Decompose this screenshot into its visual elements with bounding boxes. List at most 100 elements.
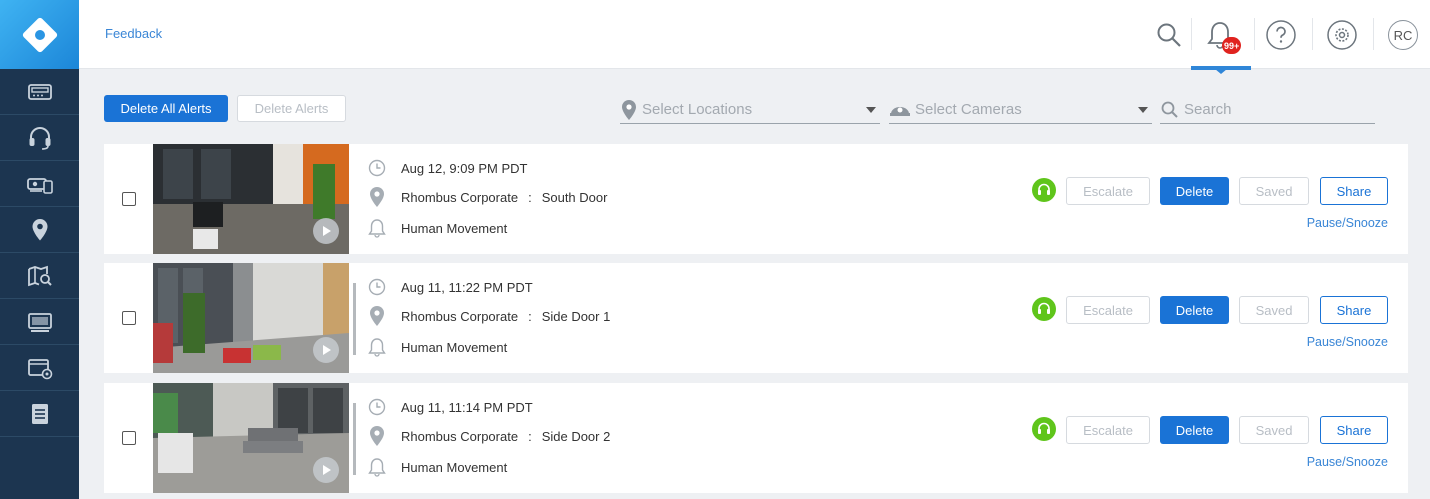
feedback-link[interactable]: Feedback [105, 26, 162, 41]
alert-timestamp: Aug 11, 11:22 PM PDT [401, 279, 533, 295]
pause-snooze-link[interactable]: Pause/Snooze [1307, 216, 1388, 230]
alert-event-type: Human Movement [401, 459, 508, 475]
top-header: Feedback 99+ RC [79, 0, 1430, 69]
play-icon[interactable] [313, 218, 339, 244]
locations-select[interactable]: Select Locations [620, 96, 880, 124]
header-divider [1373, 18, 1374, 50]
locations-select-label: Select Locations [642, 101, 753, 118]
support-headset-icon[interactable] [1032, 297, 1056, 321]
delete-button[interactable]: Delete [1160, 416, 1229, 444]
escalate-button[interactable]: Escalate [1066, 177, 1150, 205]
location-separator: : [528, 189, 532, 205]
help-icon [1266, 20, 1296, 50]
location-pin-icon [367, 426, 387, 446]
alert-time-row: Aug 12, 9:09 PM PDT [367, 158, 527, 178]
alert-thumbnail[interactable] [153, 383, 349, 493]
video-recorder-icon [27, 83, 52, 100]
alert-location-row: Rhombus Corporate : Side Door 1 [367, 306, 610, 326]
video-settings-icon [27, 358, 52, 379]
sidebar-item-support[interactable] [0, 115, 79, 161]
alert-location-row: Rhombus Corporate : Side Door 2 [367, 426, 610, 446]
pause-snooze-link[interactable]: Pause/Snooze [1307, 335, 1388, 349]
active-tab-caret [1215, 69, 1227, 74]
thumbnail-scroll-bar [353, 403, 356, 475]
escalate-button[interactable]: Escalate [1066, 416, 1150, 444]
header-divider [1191, 18, 1192, 50]
sidebar-item-monitors[interactable] [0, 299, 79, 345]
delete-alerts-button[interactable]: Delete Alerts [237, 95, 346, 122]
delete-all-alerts-button[interactable]: Delete All Alerts [104, 95, 228, 122]
search-icon [1157, 23, 1181, 47]
alert-checkbox[interactable] [122, 431, 136, 445]
share-button[interactable]: Share [1320, 296, 1388, 324]
alert-checkbox[interactable] [122, 192, 136, 206]
delete-button[interactable]: Delete [1160, 296, 1229, 324]
header-divider [1254, 18, 1255, 50]
rhombus-logo[interactable] [0, 0, 79, 69]
alert-location-row: Rhombus Corporate : South Door [367, 187, 607, 207]
rhombus-logo-icon [22, 17, 57, 52]
gear-icon [1327, 20, 1357, 50]
bell-icon [367, 218, 387, 238]
share-button[interactable]: Share [1320, 177, 1388, 205]
cameras-select-label: Select Cameras [915, 101, 1022, 118]
saved-button[interactable]: Saved [1239, 177, 1309, 205]
support-headset-icon[interactable] [1032, 178, 1056, 202]
alert-timestamp: Aug 11, 11:14 PM PDT [401, 399, 533, 415]
chevron-down-icon [1138, 106, 1148, 113]
alert-time-row: Aug 11, 11:22 PM PDT [367, 277, 533, 297]
location-pin-icon [367, 187, 387, 207]
settings-button[interactable] [1322, 15, 1362, 55]
escalate-button[interactable]: Escalate [1066, 296, 1150, 324]
clock-icon [367, 158, 387, 178]
sidebar-item-map-search[interactable] [0, 253, 79, 299]
alert-location: Rhombus Corporate [401, 308, 519, 324]
delete-button[interactable]: Delete [1160, 177, 1229, 205]
alert-location: Rhombus Corporate [401, 428, 519, 444]
notifications-button[interactable]: 99+ [1200, 15, 1242, 55]
location-separator: : [528, 428, 532, 444]
user-menu-button[interactable]: RC [1383, 15, 1423, 55]
sidebar-item-video-settings[interactable] [0, 345, 79, 391]
sidebar-item-recorders[interactable] [0, 69, 79, 115]
help-button[interactable] [1261, 15, 1301, 55]
alert-thumbnail[interactable] [153, 144, 349, 254]
alert-time-row: Aug 11, 11:14 PM PDT [367, 397, 533, 417]
alert-camera-name: South Door [541, 189, 608, 205]
cameras-select[interactable]: Select Cameras [889, 96, 1152, 124]
pause-snooze-link[interactable]: Pause/Snooze [1307, 455, 1388, 469]
bell-icon [367, 457, 387, 477]
alert-card: Aug 11, 11:22 PM PDT Rhombus Corporate :… [104, 263, 1408, 373]
play-icon[interactable] [313, 457, 339, 483]
search-icon [1161, 101, 1178, 118]
alert-event-row: Human Movement [367, 337, 507, 357]
bell-icon [367, 337, 387, 357]
sidebar-item-reports[interactable] [0, 391, 79, 437]
avatar: RC [1388, 20, 1418, 50]
sidebar-item-devices[interactable] [0, 161, 79, 207]
support-headset-icon[interactable] [1032, 417, 1056, 441]
saved-button[interactable]: Saved [1239, 296, 1309, 324]
share-button[interactable]: Share [1320, 416, 1388, 444]
alert-card: Aug 12, 9:09 PM PDT Rhombus Corporate : … [104, 144, 1408, 254]
play-icon[interactable] [313, 337, 339, 363]
alert-checkbox[interactable] [122, 311, 136, 325]
location-pin-icon [32, 218, 47, 240]
search-input[interactable]: Search [1160, 96, 1375, 124]
sidebar [0, 0, 79, 499]
alert-card: Aug 11, 11:14 PM PDT Rhombus Corporate :… [104, 383, 1408, 493]
clock-icon [367, 277, 387, 297]
alert-event-type: Human Movement [401, 220, 508, 236]
camera-icon [890, 106, 910, 116]
alert-thumbnail[interactable] [153, 263, 349, 373]
devices-icon [26, 177, 53, 194]
search-button[interactable] [1149, 15, 1189, 55]
location-separator: : [528, 308, 532, 324]
alert-camera-name: Side Door 2 [541, 428, 611, 444]
header-divider [1312, 18, 1313, 50]
thumbnail-scroll-bar [353, 283, 356, 355]
sidebar-item-locations[interactable] [0, 207, 79, 253]
search-placeholder: Search [1184, 101, 1232, 118]
alert-event-row: Human Movement [367, 218, 507, 238]
saved-button[interactable]: Saved [1239, 416, 1309, 444]
